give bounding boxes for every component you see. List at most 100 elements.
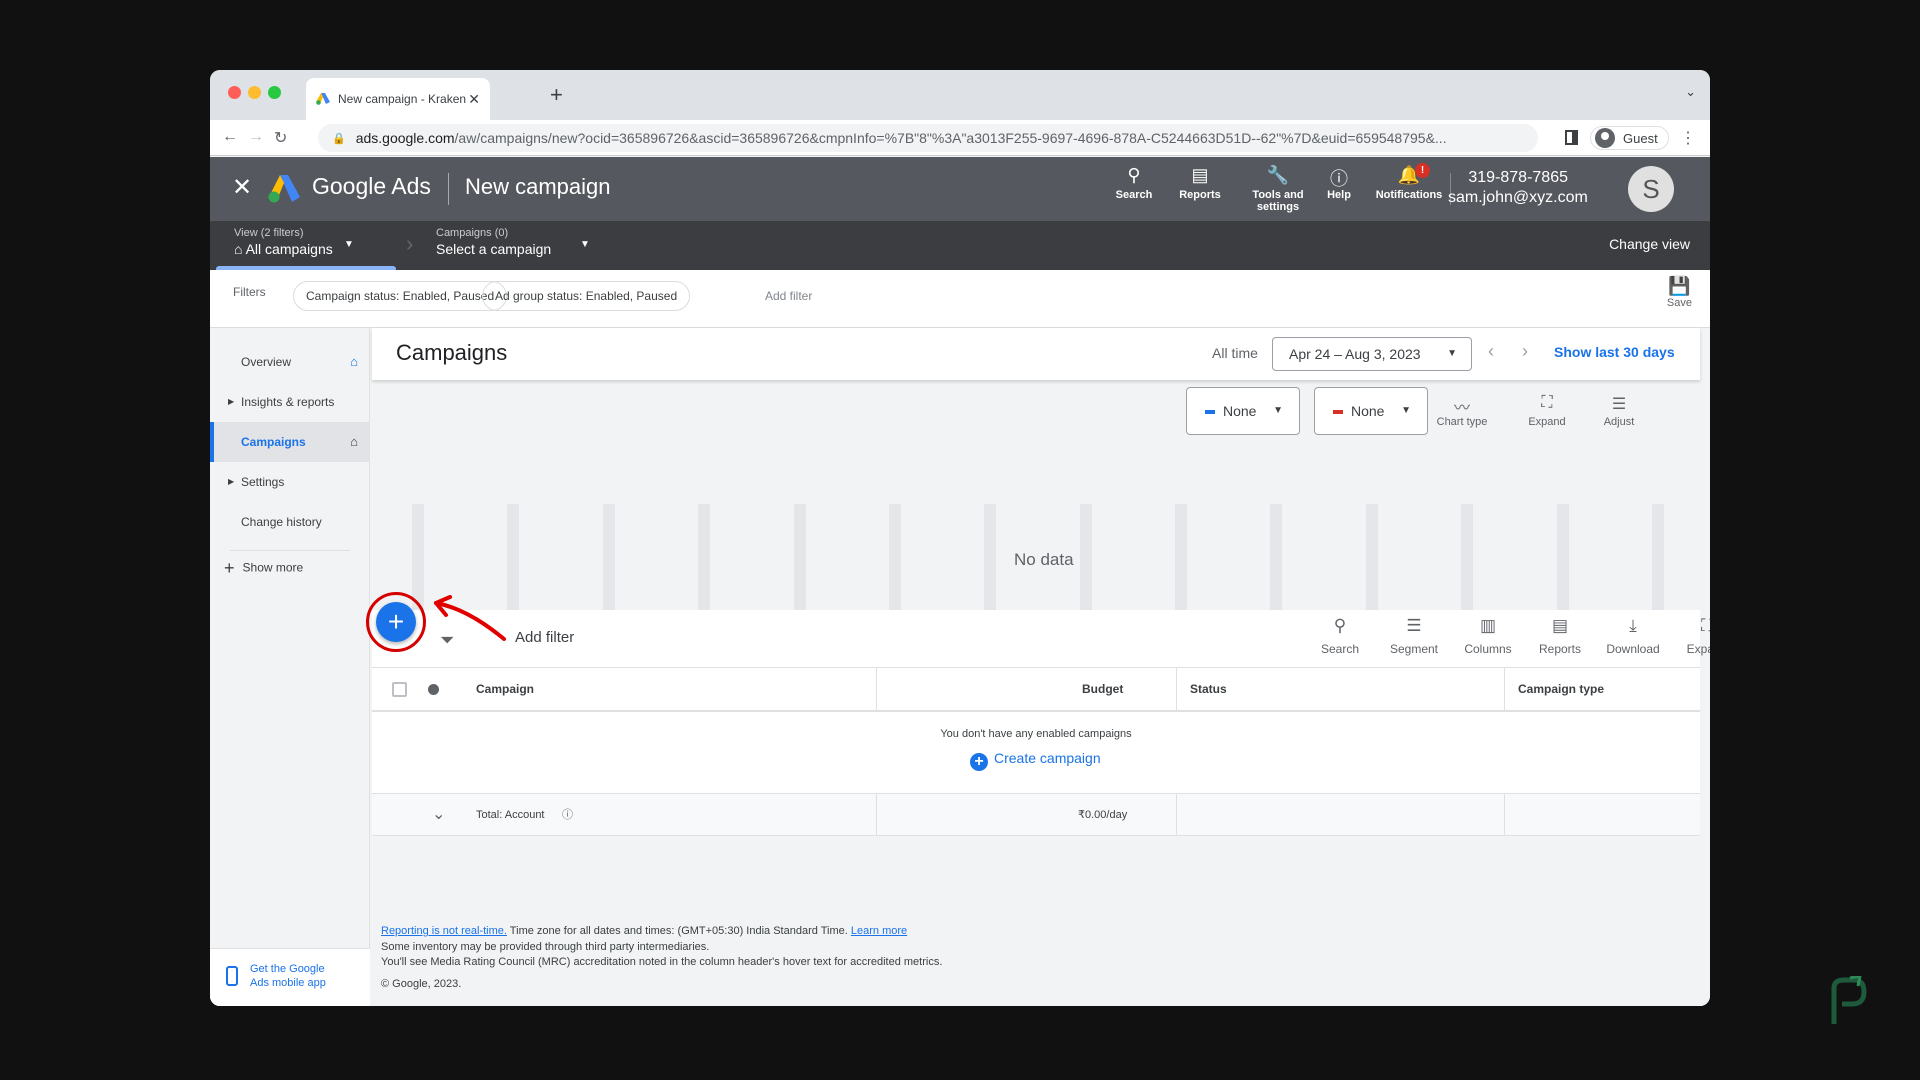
- filter-chip-ad-group-status[interactable]: Ad group status: Enabled, Paused: [482, 281, 691, 311]
- plus-circle-icon: +: [970, 753, 988, 771]
- date-range-value: Apr 24 – Aug 3, 2023: [1289, 346, 1421, 362]
- campaign-selector[interactable]: Campaigns (0) Select a campaign: [436, 227, 551, 257]
- total-label: Total: Account: [476, 809, 545, 821]
- view-value: All campaigns: [245, 241, 333, 257]
- avatar[interactable]: S: [1628, 166, 1674, 212]
- metric-selector-2[interactable]: None ▼: [1314, 387, 1428, 435]
- expand-total-icon[interactable]: ⌄: [432, 794, 445, 835]
- reports-icon: ▤: [1191, 165, 1209, 185]
- next-period-icon[interactable]: ›: [1522, 341, 1528, 362]
- tab-search-chevron-icon[interactable]: ⌄: [1685, 84, 1696, 100]
- browser-menu-icon[interactable]: ⋮: [1680, 128, 1696, 148]
- save-button[interactable]: 💾 Save: [1667, 276, 1692, 309]
- add-campaign-fab[interactable]: +: [376, 602, 416, 642]
- column-separator: [1176, 668, 1177, 710]
- profile-avatar-icon: [1595, 128, 1615, 148]
- table-add-filter[interactable]: Add filter: [515, 629, 574, 646]
- minimize-window-button[interactable]: [248, 86, 261, 99]
- show-more-button[interactable]: + Show more: [224, 558, 303, 579]
- column-header-budget[interactable]: Budget: [1082, 668, 1123, 710]
- main-content: Campaigns All time Apr 24 – Aug 3, 2023 …: [366, 328, 1710, 1006]
- empty-message: You don't have any enabled campaigns: [940, 728, 1132, 740]
- column-separator: [1504, 794, 1505, 835]
- campaigns-value: Select a campaign: [436, 241, 552, 257]
- close-icon[interactable]: ✕: [232, 173, 252, 202]
- table-search-button[interactable]: ⚲ Search: [1305, 616, 1375, 656]
- header-search-label: Search: [1115, 189, 1153, 201]
- sidebar-item-campaigns[interactable]: Campaigns ⌂: [210, 422, 370, 462]
- chart-expand-label: Expand: [1528, 416, 1566, 428]
- header-notifications-label: Notifications: [1375, 189, 1443, 201]
- chevron-down-icon: ▼: [1447, 348, 1457, 359]
- download-icon: ⤓: [1629, 616, 1637, 635]
- metric-1-swatch: [1205, 410, 1215, 415]
- side-panel-icon[interactable]: [1565, 130, 1578, 145]
- segment-button[interactable]: ☰ Segment: [1379, 616, 1449, 656]
- campaigns-label: Campaigns (0): [436, 227, 509, 239]
- table-expand-button[interactable]: ⛶ Expand: [1672, 616, 1710, 656]
- account-info[interactable]: 319-878-7865 sam.john@xyz.com: [1448, 168, 1588, 208]
- tab-bar: New campaign - Kraken - Goo ✕ + ⌄: [210, 70, 1710, 120]
- sidebar-item-settings[interactable]: ▶ Settings: [210, 462, 370, 502]
- back-icon[interactable]: ←: [222, 128, 238, 146]
- header-notifications-button[interactable]: 🔔 ! Notifications: [1369, 163, 1449, 201]
- change-view-button[interactable]: Change view: [1609, 236, 1690, 252]
- home-icon: ⌂: [350, 354, 358, 369]
- sidebar-item-insights[interactable]: ▶ Insights & reports: [210, 382, 370, 422]
- metric-selector-1[interactable]: None ▼: [1186, 387, 1300, 435]
- chevron-down-icon: ▼: [1273, 405, 1283, 416]
- close-tab-icon[interactable]: ✕: [468, 91, 480, 108]
- phone-download-icon: [226, 966, 238, 986]
- date-range-picker[interactable]: Apr 24 – Aug 3, 2023 ▼: [1272, 337, 1472, 371]
- footer-line-3: You'll see Media Rating Council (MRC) ac…: [381, 956, 943, 968]
- url-input[interactable]: 🔒 ads.google.com/aw/campaigns/new?ocid=3…: [318, 124, 1538, 152]
- expand-arrow-icon: ▶: [228, 477, 235, 486]
- show-last-30-days-link[interactable]: Show last 30 days: [1554, 344, 1675, 360]
- view-dropdown-icon[interactable]: ▼: [344, 239, 354, 250]
- reload-icon[interactable]: ↻: [274, 128, 287, 148]
- filter-chip-campaign-status[interactable]: Campaign status: Enabled, Paused: [293, 281, 508, 311]
- chart-adjust-button[interactable]: ☰ Adjust: [1584, 394, 1654, 428]
- maximize-window-button[interactable]: [268, 86, 281, 99]
- help-icon[interactable]: ⓘ: [562, 794, 573, 835]
- mobile-app-link[interactable]: Get the Google Ads mobile app: [210, 948, 370, 1006]
- add-filter-link[interactable]: Add filter: [765, 289, 812, 303]
- chart-type-button[interactable]: 〰 Chart type: [1427, 394, 1497, 428]
- column-separator: [876, 794, 877, 835]
- chart-expand-button[interactable]: ⛶ Expand: [1512, 394, 1582, 428]
- forward-icon[interactable]: →: [248, 128, 264, 146]
- breadcrumb-chevron-icon: ›: [406, 231, 414, 256]
- table-reports-button[interactable]: ▤ Reports: [1525, 616, 1595, 656]
- reporting-not-real-time-link[interactable]: Reporting is not real-time.: [381, 925, 507, 937]
- close-window-button[interactable]: [228, 86, 241, 99]
- column-header-status[interactable]: Status: [1190, 668, 1227, 710]
- view-selector[interactable]: View (2 filters) ⌂ All campaigns: [234, 227, 333, 257]
- timezone-text: Time zone for all dates and times: (GMT+…: [506, 925, 851, 937]
- learn-more-link[interactable]: Learn more: [851, 925, 907, 937]
- campaign-dropdown-icon[interactable]: ▼: [580, 239, 590, 250]
- previous-period-icon[interactable]: ‹: [1488, 341, 1494, 362]
- select-all-checkbox[interactable]: [392, 682, 407, 697]
- download-button[interactable]: ⤓ Download: [1598, 616, 1668, 656]
- profile-label: Guest: [1623, 130, 1658, 146]
- red-arrow-annotation-icon: [434, 595, 506, 641]
- empty-state: You don't have any enabled campaigns + Cr…: [372, 712, 1700, 794]
- columns-button[interactable]: ▥ Columns: [1453, 616, 1523, 656]
- profile-button[interactable]: Guest: [1590, 126, 1669, 150]
- create-campaign-button[interactable]: + Create campaign: [970, 750, 1101, 771]
- adjust-icon: ☰: [1611, 396, 1627, 413]
- sidebar-item-overview[interactable]: Overview ⌂: [210, 342, 370, 382]
- browser-tab[interactable]: New campaign - Kraken - Goo ✕: [306, 78, 490, 120]
- google-ads-logo-icon: [268, 175, 300, 203]
- header-help-button[interactable]: ⓘ Help: [1299, 165, 1379, 201]
- column-header-campaign[interactable]: Campaign: [476, 668, 534, 710]
- status-dot-icon: [428, 684, 439, 695]
- column-header-campaign-type[interactable]: Campaign type: [1518, 668, 1604, 710]
- sidebar-item-change-history[interactable]: Change history: [210, 502, 370, 542]
- home-icon: ⌂: [234, 241, 243, 257]
- url-host: ads.google.com: [355, 130, 455, 146]
- header-reports-button[interactable]: ▤ Reports: [1160, 165, 1240, 201]
- new-tab-button[interactable]: +: [550, 82, 563, 108]
- show-more-label: Show more: [242, 560, 304, 575]
- chevron-down-icon: ▼: [1401, 405, 1411, 416]
